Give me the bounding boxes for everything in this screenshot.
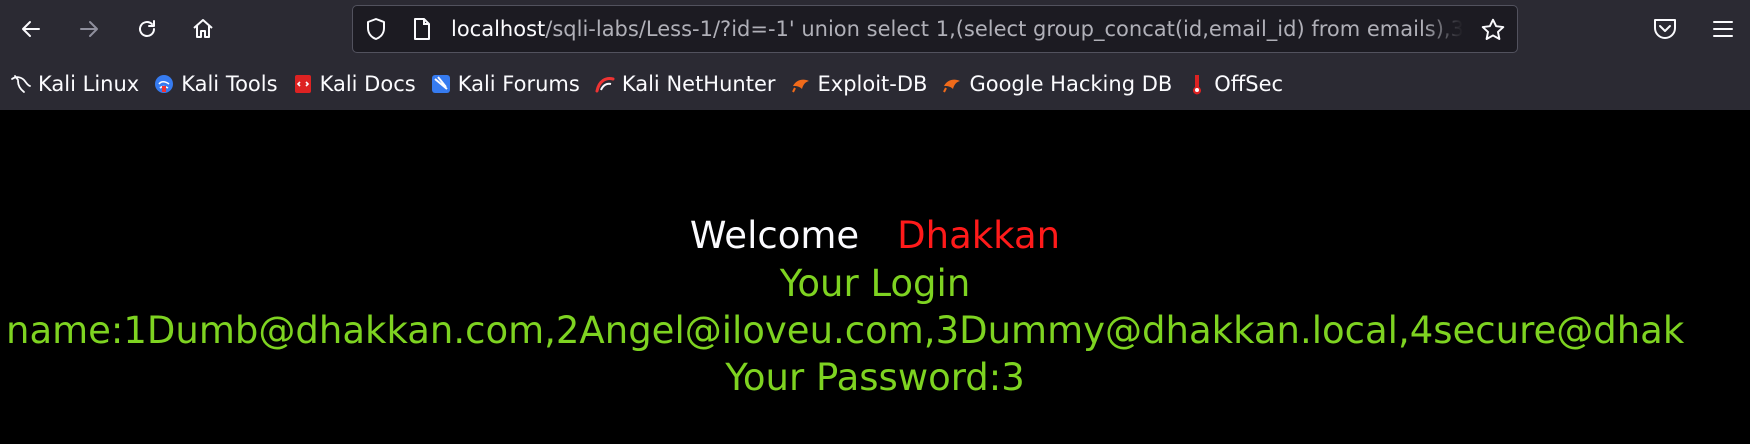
offsec-icon	[1186, 73, 1208, 95]
bookmark-star-icon[interactable]	[1479, 16, 1507, 44]
pocket-button[interactable]	[1646, 10, 1684, 48]
password-output: Your Password:3	[725, 356, 1025, 399]
welcome-name: Dhakkan	[897, 214, 1061, 257]
bookmark-label: Kali Tools	[181, 72, 278, 96]
hamburger-menu-icon	[1713, 21, 1733, 37]
kali-tools-icon	[153, 73, 175, 95]
bookmark-label: Kali Docs	[319, 72, 416, 96]
bookmark-kali-linux[interactable]: Kali Linux	[10, 72, 139, 96]
bookmark-offsec[interactable]: OffSec	[1186, 72, 1283, 96]
bookmark-label: Google Hacking DB	[969, 72, 1173, 96]
navigation-toolbar: localhost/sqli-labs/Less-1/?id=-1' union…	[0, 0, 1750, 58]
bookmark-label: Kali NetHunter	[621, 72, 776, 96]
bookmark-kali-docs[interactable]: Kali Docs	[292, 72, 416, 96]
login-name-output: name:1Dumb@dhakkan.com,2Angel@iloveu.com…	[6, 309, 1685, 352]
ghdb-icon	[941, 73, 963, 95]
bookmark-label: OffSec	[1214, 72, 1284, 96]
app-menu-button[interactable]	[1704, 10, 1742, 48]
forward-arrow-icon	[80, 21, 98, 37]
pocket-icon	[1654, 19, 1676, 39]
bookmark-kali-forums[interactable]: Kali Forums	[430, 72, 580, 96]
tracking-protection-shield-icon[interactable]	[363, 16, 389, 42]
bookmark-label: Kali Linux	[38, 72, 140, 96]
bookmark-kali-nethunter[interactable]: Kali NetHunter	[594, 72, 776, 96]
page-content: Welcome Dhakkan Your Login name:1Dumb@dha…	[0, 110, 1750, 444]
welcome-word: Welcome	[689, 214, 860, 257]
reload-icon	[139, 20, 155, 37]
back-button[interactable]	[12, 10, 50, 48]
back-arrow-icon	[22, 21, 40, 37]
url-text[interactable]: localhost/sqli-labs/Less-1/?id=-1' union…	[451, 6, 1463, 52]
browser-chrome: localhost/sqli-labs/Less-1/?id=-1' union…	[0, 0, 1750, 110]
bookmark-exploit-db[interactable]: Exploit-DB	[790, 72, 928, 96]
bookmark-kali-tools[interactable]: Kali Tools	[153, 72, 278, 96]
home-icon	[193, 19, 213, 38]
bookmark-google-hacking-db[interactable]: Google Hacking DB	[941, 72, 1172, 96]
kali-dragon-icon	[10, 73, 32, 95]
welcome-heading: Welcome Dhakkan	[0, 214, 1750, 257]
address-bar[interactable]: localhost/sqli-labs/Less-1/?id=-1' union…	[352, 5, 1518, 53]
kali-docs-icon	[292, 73, 314, 95]
url-path: /sqli-labs/Less-1/?id=-1' union select 1…	[545, 17, 1463, 41]
bookmarks-toolbar: Kali Linux Kali Tools Kali Docs Kali For…	[0, 58, 1750, 110]
bookmark-label: Exploit-DB	[817, 72, 928, 96]
login-label: Your Login	[779, 262, 971, 305]
reload-button[interactable]	[128, 10, 166, 48]
nethunter-icon	[594, 73, 616, 95]
page-info-icon[interactable]	[409, 16, 435, 42]
kali-forums-icon	[430, 73, 452, 95]
url-host: localhost	[451, 17, 546, 41]
home-button[interactable]	[184, 10, 222, 48]
forward-button[interactable]	[70, 10, 108, 48]
exploit-db-icon	[790, 73, 812, 95]
bookmark-label: Kali Forums	[457, 72, 580, 96]
